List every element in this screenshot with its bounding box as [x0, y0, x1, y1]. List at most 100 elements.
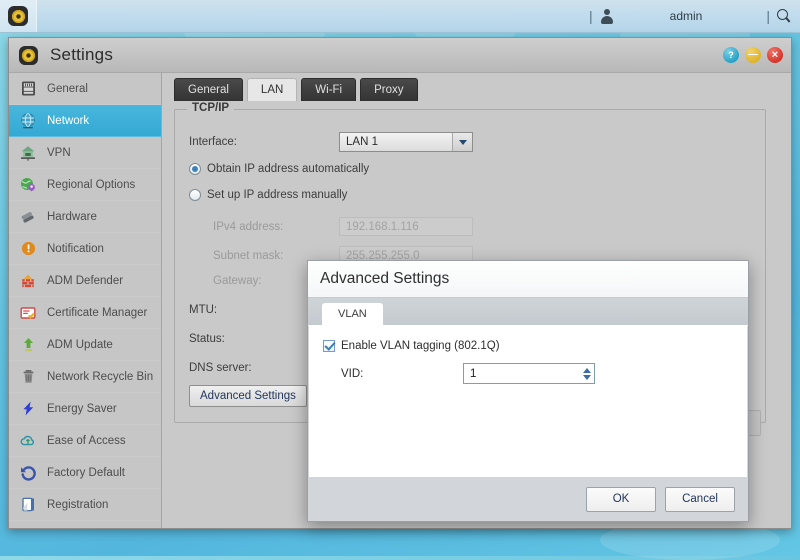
network-tabbar: General LAN Wi-Fi Proxy	[174, 78, 418, 101]
taskbar-status-area: | admin |	[587, 0, 800, 32]
vid-label: VID:	[341, 367, 364, 380]
mtu-label: MTU:	[189, 304, 218, 316]
sidebar-item-label: Energy Saver	[47, 402, 117, 415]
radio-auto-label: Obtain IP address automatically	[207, 163, 370, 175]
vlan-tagging-row[interactable]: Enable VLAN tagging (802.1Q)	[323, 340, 747, 352]
sidebar-item-label: Hardware	[47, 210, 97, 223]
dns-row: DNS server:	[189, 362, 252, 374]
interface-select[interactable]: LAN 1	[339, 132, 473, 152]
ipv4-row: IPv4 address: 192.168.1.116	[189, 217, 489, 236]
status-row: Status:	[189, 333, 225, 345]
help-button[interactable]: ?	[723, 47, 739, 63]
sidebar-item-network[interactable]: Network	[9, 105, 161, 137]
radio-manual-label: Set up IP address manually	[207, 189, 348, 201]
cancel-button[interactable]: Cancel	[665, 486, 735, 512]
taskbar-separator-left: |	[589, 8, 593, 24]
search-icon[interactable]	[777, 8, 792, 24]
radio-set-ip-manually[interactable]	[189, 189, 201, 201]
sidebar-item-label: Regional Options	[47, 178, 136, 191]
vid-value[interactable]: 1	[464, 368, 476, 380]
dns-server-label: DNS server:	[189, 362, 252, 374]
radio-manual-row[interactable]: Set up IP address manually	[189, 189, 347, 201]
chevron-down-icon	[583, 374, 591, 380]
lightning-bolt-icon	[18, 399, 38, 419]
globe-pin-icon	[18, 175, 38, 195]
window-title: Settings	[50, 45, 114, 64]
ipv4-input[interactable]: 192.168.1.116	[339, 217, 473, 236]
tab-lan[interactable]: LAN	[246, 78, 298, 101]
sidebar-item-label: Registration	[47, 498, 109, 511]
sidebar-item-factory-default[interactable]: Factory Default	[9, 457, 161, 489]
user-name-label[interactable]: admin	[670, 9, 703, 23]
chevron-up-icon	[583, 367, 591, 373]
taskbar-separator-right: |	[766, 8, 770, 24]
window-titlebar[interactable]: Settings ? — ×	[9, 38, 791, 73]
sidebar-item-adm-update[interactable]: ADM Update	[9, 329, 161, 361]
sidebar-item-registration[interactable]: Registration	[9, 489, 161, 521]
dialog-tabstrip: VLAN	[308, 298, 748, 326]
tab-proxy[interactable]: Proxy	[360, 78, 418, 101]
trash-icon	[18, 367, 38, 387]
sidebar-item-energy-saver[interactable]: Energy Saver	[9, 393, 161, 425]
dialog-title: Advanced Settings	[320, 270, 450, 287]
sidebar-item-label: VPN	[47, 146, 71, 159]
alert-circle-icon	[18, 239, 38, 259]
chip-stack-icon	[18, 207, 38, 227]
radio-obtain-ip-automatically[interactable]	[189, 163, 201, 175]
sidebar-item-label: Factory Default	[47, 466, 125, 479]
sidebar-item-ease-of-access[interactable]: Ease of Access	[9, 425, 161, 457]
ok-button[interactable]: OK	[586, 486, 656, 512]
window-controls: ? — ×	[723, 47, 783, 63]
vid-spinner-arrows[interactable]	[583, 364, 591, 383]
chevron-down-icon[interactable]	[452, 133, 472, 151]
sidebar-item-label: Ease of Access	[47, 434, 126, 447]
undo-arrow-icon	[18, 463, 38, 483]
sidebar-item-adm-defender[interactable]: ADM Defender	[9, 265, 161, 297]
sidebar-item-label: Network Recycle Bin	[47, 370, 154, 383]
sidebar-item-label: General	[47, 82, 88, 95]
sidebar-item-label: ADM Defender	[47, 274, 124, 287]
sidebar-item-notification[interactable]: Notification	[9, 233, 161, 265]
sidebar-item-label: Notification	[47, 242, 104, 255]
upload-arrow-icon	[18, 335, 38, 355]
tab-general[interactable]: General	[174, 78, 243, 101]
interface-select-value: LAN 1	[346, 136, 378, 148]
taskbar-launcher-button[interactable]	[0, 0, 37, 32]
sidebar-item-network-recycle-bin[interactable]: Network Recycle Bin	[9, 361, 161, 393]
status-label: Status:	[189, 333, 225, 345]
interface-label: Interface:	[189, 136, 237, 148]
dialog-header: Advanced Settings	[308, 261, 748, 298]
house-network-icon	[18, 143, 38, 163]
dialog-body: Enable VLAN tagging (802.1Q) VID: 1	[309, 326, 747, 477]
settings-app-icon	[8, 6, 28, 26]
minimize-button[interactable]: —	[745, 47, 761, 63]
cloud-access-icon	[18, 431, 38, 451]
vlan-tagging-checkbox[interactable]	[323, 340, 335, 352]
user-icon[interactable]	[600, 8, 614, 24]
sidebar-item-label: Network	[47, 114, 90, 127]
sidebar-item-regional-options[interactable]: Regional Options	[9, 169, 161, 201]
advanced-settings-dialog: Advanced Settings VLAN Enable VLAN taggi…	[307, 260, 749, 522]
server-icon	[18, 79, 38, 99]
firewall-icon	[18, 271, 38, 291]
sidebar-item-vpn[interactable]: VPN	[9, 137, 161, 169]
globe-icon	[18, 111, 38, 131]
clipboard-icon	[18, 495, 38, 515]
dialog-footer: OK Cancel	[308, 477, 748, 521]
dialog-tab-vlan[interactable]: VLAN	[322, 303, 383, 325]
taskbar: | admin |	[0, 0, 800, 33]
vid-row: VID: 1	[323, 363, 747, 384]
ipv4-label: IPv4 address:	[213, 220, 284, 233]
vid-stepper[interactable]: 1	[463, 363, 595, 384]
close-button[interactable]: ×	[767, 47, 783, 63]
sidebar-item-label: ADM Update	[47, 338, 113, 351]
sidebar-item-certificate-manager[interactable]: Certificate Manager	[9, 297, 161, 329]
tab-wifi[interactable]: Wi-Fi	[301, 78, 357, 101]
advanced-settings-button[interactable]: Advanced Settings	[189, 385, 307, 407]
sidebar-item-label: Certificate Manager	[47, 306, 148, 319]
mtu-row: MTU:	[189, 304, 217, 316]
sidebar-item-general[interactable]: General	[9, 73, 161, 105]
radio-auto-row[interactable]: Obtain IP address automatically	[189, 163, 369, 175]
advanced-settings-row: Advanced Settings	[189, 385, 307, 407]
sidebar-item-hardware[interactable]: Hardware	[9, 201, 161, 233]
